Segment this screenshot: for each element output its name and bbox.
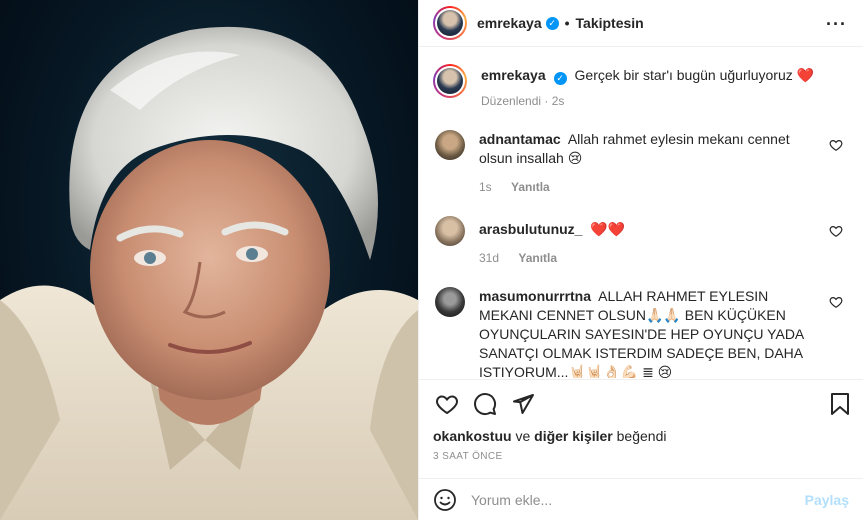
comment-username[interactable]: arasbulutunuz_: [479, 221, 582, 237]
add-comment-bar: Paylaş: [419, 478, 863, 520]
caption-edited: Düzenlendi: [481, 94, 542, 108]
verified-icon: ✓: [553, 72, 567, 85]
author-avatar[interactable]: [433, 6, 467, 40]
reply-button[interactable]: Yanıtla: [518, 251, 557, 265]
post-comment-button[interactable]: Paylaş: [805, 492, 849, 508]
post-photo[interactable]: [0, 0, 418, 520]
separator-dot: •: [564, 15, 570, 31]
likes-suffix: beğendi: [616, 428, 667, 444]
save-icon[interactable]: [829, 392, 851, 416]
share-icon[interactable]: [511, 392, 535, 416]
comment-item: adnantamac Allah rahmet eylesin mekanı c…: [433, 130, 849, 194]
caption-text: Gerçek bir star'ı bugün uğurluyoruz ❤️: [574, 67, 815, 83]
comment-heart-icon[interactable]: [829, 295, 843, 309]
commenter-avatar[interactable]: [435, 216, 465, 246]
comment-username[interactable]: adnantamac: [479, 131, 561, 147]
comments-list: emrekaya ✓ Gerçek bir star'ı bugün uğurlu…: [419, 48, 863, 378]
follow-status[interactable]: Takiptesin: [576, 15, 644, 31]
commenter-avatar[interactable]: [435, 287, 465, 317]
comment-heart-icon[interactable]: [829, 138, 843, 152]
author-username[interactable]: emrekaya: [477, 15, 542, 31]
comment-heart-icon[interactable]: [829, 224, 843, 238]
comment-time[interactable]: 31d: [479, 251, 499, 265]
post-panel: emrekaya ✓ • Takiptesin ··· emrekaya ✓ Ge…: [418, 0, 863, 520]
heart-icon[interactable]: [435, 392, 459, 416]
comment-item: arasbulutunuz_ ❤️❤️ 31d Yanıtla: [433, 216, 849, 265]
caption-time[interactable]: 2s: [552, 94, 565, 108]
comment-icon[interactable]: [473, 392, 497, 416]
caption: emrekaya ✓ Gerçek bir star'ı bugün uğurlu…: [433, 64, 849, 108]
comment-username[interactable]: masumonurrrtna: [479, 288, 591, 304]
comment-input[interactable]: [471, 491, 805, 508]
verified-icon: ✓: [545, 16, 559, 30]
commenter-avatar[interactable]: [435, 130, 465, 160]
post-header: emrekaya ✓ • Takiptesin ···: [419, 0, 863, 47]
likes-summary: okankostuu ve diğer kişiler beğendi: [433, 428, 666, 444]
likes-others[interactable]: diğer kişiler: [534, 428, 613, 444]
emoji-icon[interactable]: [433, 488, 457, 512]
reply-button[interactable]: Yanıtla: [511, 180, 550, 194]
comment-time[interactable]: 1s: [479, 180, 492, 194]
caption-username[interactable]: emrekaya: [481, 67, 546, 83]
comment-item: masumonurrrtna ALLAH RAHMET EYLESIN MEKA…: [433, 287, 849, 378]
comment-text: ❤️❤️: [590, 221, 626, 237]
likes-connector: ve: [515, 428, 531, 444]
liker-username[interactable]: okankostuu: [433, 428, 512, 444]
portrait-image: [0, 26, 418, 520]
more-icon[interactable]: ···: [826, 14, 847, 35]
post-modal: emrekaya ✓ • Takiptesin ··· emrekaya ✓ Ge…: [0, 0, 863, 520]
caption-avatar[interactable]: [433, 64, 467, 98]
post-timestamp[interactable]: 3 SAAT ÖNCE: [433, 451, 503, 462]
